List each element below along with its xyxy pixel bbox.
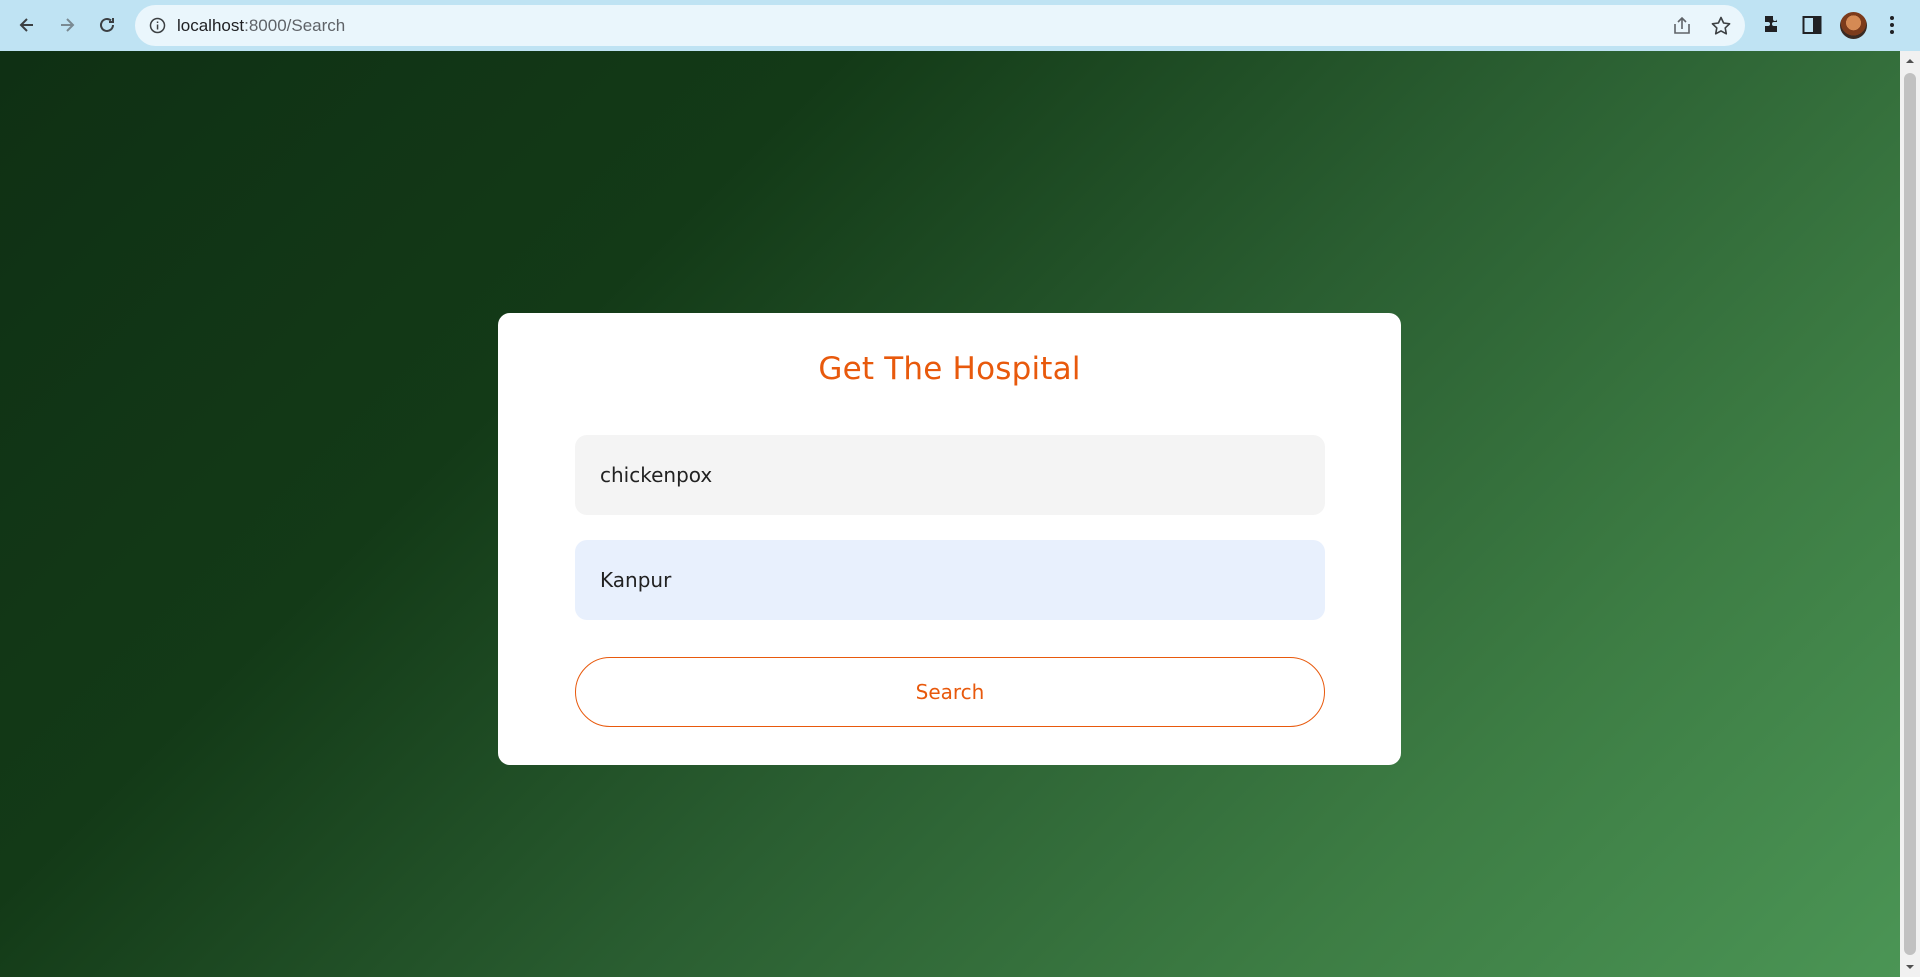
share-icon[interactable] [1671,15,1693,37]
forward-button[interactable] [51,9,83,41]
back-button[interactable] [11,9,43,41]
vertical-scrollbar[interactable] [1900,51,1920,977]
scroll-thumb[interactable] [1904,73,1916,955]
address-bar[interactable]: localhost:8000/Search [135,5,1745,46]
star-icon[interactable] [1710,15,1732,37]
kebab-menu-icon[interactable] [1880,13,1904,37]
side-panel-icon[interactable] [1800,13,1824,37]
city-input[interactable] [575,540,1325,620]
scroll-up-arrow-icon[interactable] [1904,55,1916,67]
page-title: Get The Hospital [818,351,1081,387]
url-text[interactable]: localhost:8000/Search [177,5,345,46]
extensions-icon[interactable] [1760,13,1784,37]
reload-button[interactable] [91,9,123,41]
info-icon[interactable] [149,17,166,34]
browser-toolbar: localhost:8000/Search [0,0,1920,51]
forward-arrow-icon [61,18,75,32]
reload-icon [100,17,114,32]
scroll-down-arrow-icon[interactable] [1904,961,1916,973]
avatar[interactable] [1840,12,1867,39]
disease-input[interactable] [575,435,1325,515]
search-card: Get The Hospital Search [498,313,1401,765]
back-arrow-icon [19,18,33,32]
url-path: :8000/Search [244,16,346,35]
search-button[interactable]: Search [575,657,1325,727]
url-host: localhost [177,16,245,35]
